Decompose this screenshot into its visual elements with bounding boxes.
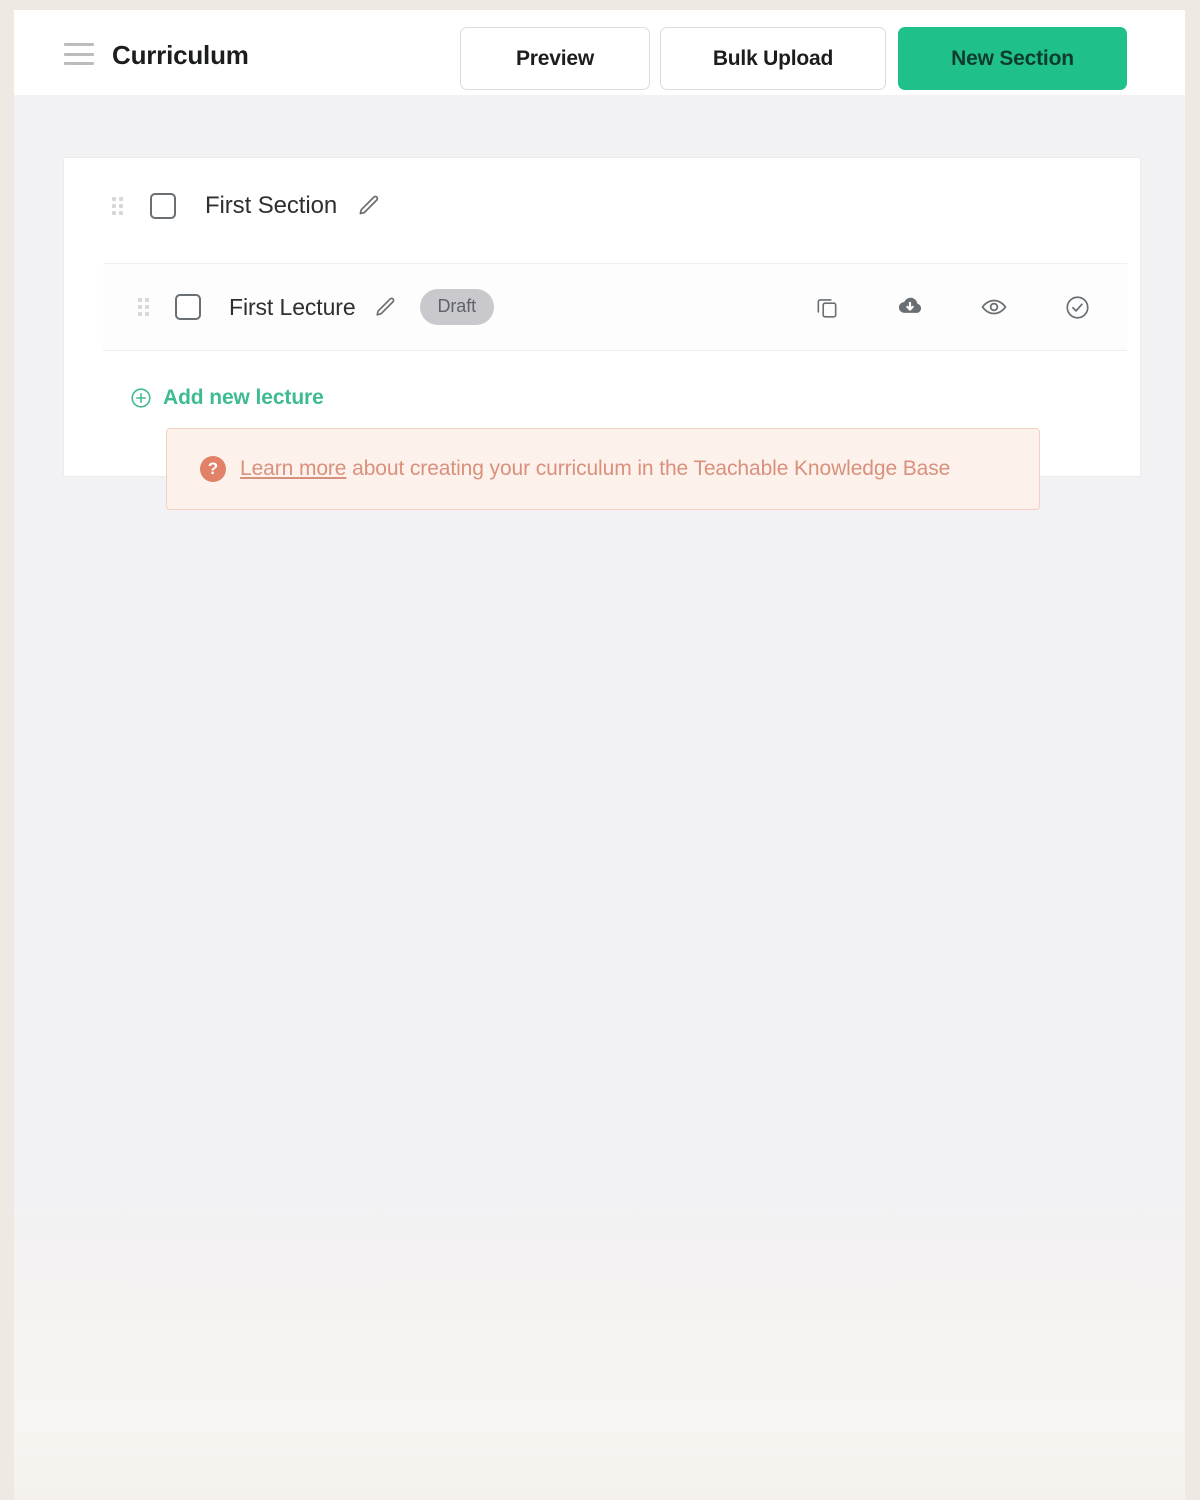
cloud-download-icon <box>898 297 922 313</box>
app-canvas: Curriculum Preview Bulk Upload New Secti… <box>14 10 1185 1500</box>
check-circle-icon <box>1066 295 1089 319</box>
section-title: First Section <box>205 191 338 219</box>
knowledge-base-banner: ? Learn more about creating your curricu… <box>166 428 1040 510</box>
learn-more-link[interactable]: Learn more <box>240 457 346 480</box>
duplicate-lecture-button[interactable] <box>814 294 840 320</box>
pencil-icon <box>359 195 379 214</box>
top-header-bar: Curriculum Preview Bulk Upload New Secti… <box>14 10 1185 95</box>
status-badge: Draft <box>419 289 495 325</box>
publish-lecture-button[interactable] <box>1064 294 1091 321</box>
add-new-lecture-label: Add new lecture <box>163 386 324 409</box>
section-checkbox[interactable] <box>150 192 176 219</box>
banner-text: Learn more about creating your curriculu… <box>240 457 950 481</box>
add-new-lecture-button[interactable]: Add new lecture <box>130 386 324 410</box>
lecture-checkbox[interactable] <box>175 294 201 320</box>
question-circle-icon: ? <box>200 456 226 482</box>
new-section-button[interactable]: New Section <box>898 27 1127 90</box>
preview-lecture-button[interactable] <box>980 293 1008 321</box>
eye-icon <box>981 299 1007 315</box>
lecture-row: First Lecture Draft <box>103 263 1127 351</box>
banner-description: about creating your curriculum in the Te… <box>346 457 951 480</box>
drag-handle-icon[interactable] <box>138 298 149 316</box>
preview-button[interactable]: Preview <box>460 27 650 90</box>
pencil-icon <box>375 297 394 316</box>
download-lecture-button[interactable] <box>896 293 924 321</box>
edit-section-button[interactable] <box>356 193 382 219</box>
lecture-title: First Lecture <box>229 293 356 320</box>
section-row: First Section <box>64 158 1140 253</box>
hamburger-menu-icon[interactable] <box>64 43 94 65</box>
plus-circle-icon <box>131 388 151 408</box>
page-title: Curriculum <box>112 40 249 70</box>
drag-handle-icon[interactable] <box>112 196 123 215</box>
lecture-actions <box>814 293 1091 321</box>
copy-icon <box>817 299 837 318</box>
bulk-upload-button[interactable]: Bulk Upload <box>660 27 886 90</box>
edit-lecture-button[interactable] <box>373 295 398 320</box>
